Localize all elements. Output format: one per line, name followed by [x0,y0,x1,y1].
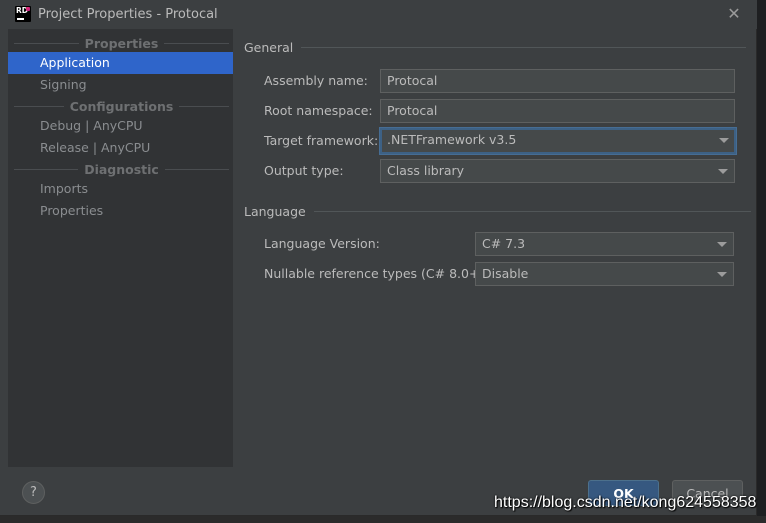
target-framework-value: .NETFramework v3.5 [387,132,517,147]
output-type-select[interactable]: Class library [380,159,735,183]
divider [164,168,230,170]
logo-bar [17,18,24,20]
sidebar-item-debug-anycpu[interactable]: Debug | AnyCPU [8,115,233,137]
assembly-name-input[interactable]: Protocal [380,69,735,93]
project-properties-dialog: RD Project Properties - Protocal ✕ Prope… [0,0,757,516]
sidebar-item-signing[interactable]: Signing [8,74,233,96]
divider [14,42,79,44]
target-framework-select[interactable]: .NETFramework v3.5 [380,128,736,154]
logo-accent [26,7,30,11]
divider [14,168,79,170]
window-title: Project Properties - Protocal [38,7,218,22]
assembly-name-label: Assembly name: [264,73,368,88]
rider-logo-icon: RD [15,6,31,22]
divider [164,42,229,44]
group-label: Properties [84,35,159,51]
output-type-value: Class library [387,163,465,178]
language-version-value: C# 7.3 [482,236,526,251]
nullable-select[interactable]: Disable [475,262,734,286]
language-version-select[interactable]: C# 7.3 [475,232,734,256]
sidebar-item-imports[interactable]: Imports [8,178,233,200]
group-label: Configurations [69,98,174,114]
nullable-value: Disable [482,266,529,281]
section-general: General [244,40,747,55]
sidebar-item-properties[interactable]: Properties [8,200,233,222]
help-icon[interactable]: ? [22,481,45,504]
divider [301,47,747,48]
output-type-label: Output type: [264,163,344,178]
divider [313,211,751,212]
background-ide-strip [0,516,766,523]
sidebar-item-application[interactable]: Application [8,52,233,74]
root-namespace-label: Root namespace: [264,103,373,118]
title-bar: RD Project Properties - Protocal ✕ [0,0,757,29]
language-version-label: Language Version: [264,236,380,251]
section-heading: Language [244,204,306,219]
chevron-down-icon [717,242,727,247]
target-framework-label: Target framework: [264,133,379,148]
group-label: Diagnostic [84,161,159,177]
nullable-label: Nullable reference types (C# 8.0+): [264,266,489,281]
chevron-down-icon [718,169,728,174]
sidebar-group-configurations: Configurations [8,98,233,114]
root-namespace-input[interactable]: Protocal [380,99,735,123]
section-language: Language [244,204,751,219]
watermark: https://blog.csdn.net/kong624558358 [494,494,757,511]
sidebar-group-diagnostic: Diagnostic [8,161,233,177]
divider [179,105,229,107]
sidebar: Properties Application Signing Configura… [8,29,233,467]
chevron-down-icon [719,138,729,143]
close-icon[interactable]: ✕ [724,4,744,24]
section-heading: General [244,40,294,55]
chevron-down-icon [717,272,727,277]
sidebar-item-release-anycpu[interactable]: Release | AnyCPU [8,137,233,159]
sidebar-group-properties: Properties [8,35,233,51]
divider [14,105,64,107]
